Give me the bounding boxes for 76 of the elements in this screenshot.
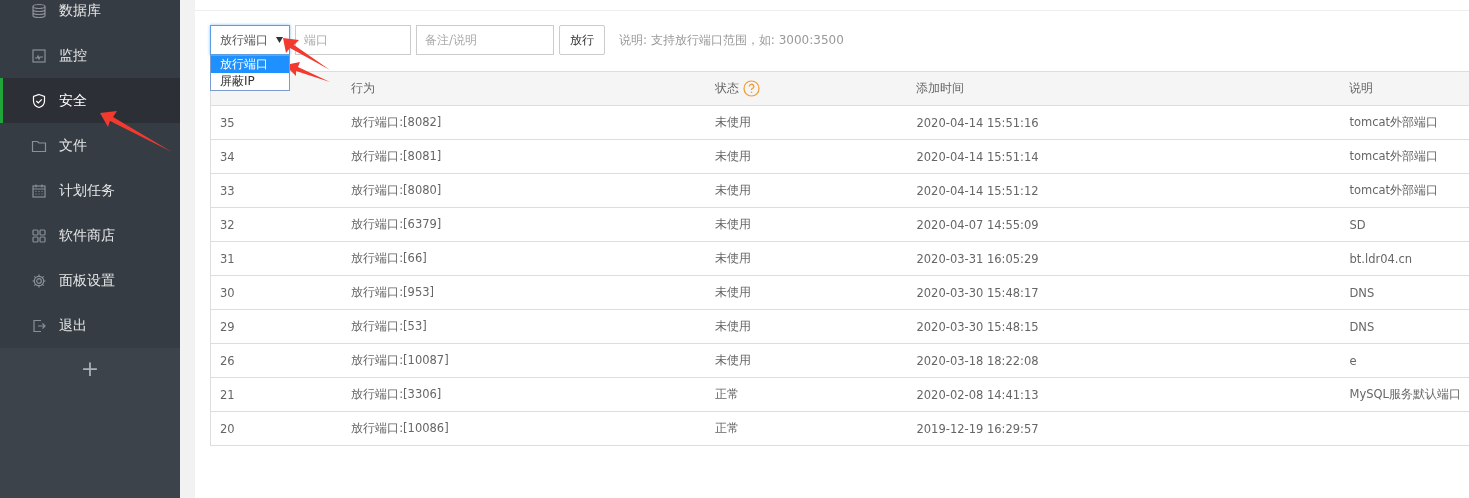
table-cell: 放行端口:[3306] — [342, 377, 706, 412]
table-cell: 未使用 — [705, 207, 908, 242]
table-cell: 放行端口:[6379] — [342, 207, 706, 242]
table-cell: 2020-03-30 15:48:17 — [907, 275, 1341, 310]
database-icon — [31, 2, 47, 19]
table-cell: 21 — [210, 377, 343, 412]
table-cell: bt.ldr04.cn — [1340, 241, 1469, 276]
table-cell: DNS — [1340, 275, 1469, 310]
table-cell: 32 — [210, 207, 343, 242]
table-cell: 33 — [210, 173, 343, 208]
table-cell: 放行端口:[10086] — [342, 411, 706, 446]
table-cell: e — [1340, 343, 1469, 378]
caret-icon — [276, 37, 283, 43]
column-header: 说明 — [1349, 81, 1374, 95]
table-cell: 2020-03-30 15:48:15 — [907, 309, 1341, 344]
table-cell: 2020-03-18 18:22:08 — [907, 343, 1341, 378]
table-cell: DNS — [1340, 309, 1469, 344]
grid-icon — [31, 227, 47, 244]
sidebar-item[interactable]: 软件商店 — [0, 213, 180, 258]
table-cell: 未使用 — [705, 309, 908, 344]
table-cell: 31 — [210, 241, 343, 276]
table-cell: tomcat外部端口 — [1340, 139, 1469, 174]
table-cell: 未使用 — [705, 275, 908, 310]
table-cell: tomcat外部端口 — [1340, 173, 1469, 208]
table-cell: 2020-04-14 15:51:14 — [907, 139, 1341, 174]
table-cell: MySQL服务默认端口 — [1340, 377, 1469, 412]
table-cell: 未使用 — [705, 173, 908, 208]
table-cell: 29 — [210, 309, 343, 344]
monitor-icon — [31, 47, 47, 64]
table-cell: 35 — [210, 105, 343, 140]
column-header: 行为 — [351, 81, 376, 95]
table-cell: 未使用 — [705, 139, 908, 174]
exit-icon — [31, 317, 47, 334]
table-cell: 放行端口:[66] — [342, 241, 706, 276]
table-cell: 2020-03-31 16:05:29 — [907, 241, 1341, 276]
help-icon[interactable] — [742, 80, 760, 97]
table-cell: 放行端口:[8081] — [342, 139, 706, 174]
column-header: 添加时间 — [916, 81, 965, 95]
table-cell: 2020-04-14 15:51:16 — [907, 105, 1341, 140]
table-cell: 2019-12-19 16:29:57 — [907, 411, 1341, 446]
sidebar-item[interactable]: 面板设置 — [0, 258, 180, 303]
table-cell: 正常 — [705, 377, 908, 412]
allow-button[interactable]: 放行 — [559, 25, 605, 55]
table-cell: 未使用 — [705, 343, 908, 378]
table-cell: 放行端口:[10087] — [342, 343, 706, 378]
table-cell: 放行端口:[953] — [342, 275, 706, 310]
add-button[interactable]: + — [72, 356, 108, 381]
sidebar-item[interactable]: 安全 — [0, 78, 180, 123]
table-cell: 正常 — [705, 411, 908, 446]
table-cell: 34 — [210, 139, 343, 174]
table-cell: 未使用 — [705, 241, 908, 276]
table-cell: 2020-04-14 15:51:12 — [907, 173, 1341, 208]
table-cell: SD — [1340, 207, 1469, 242]
table-cell: 放行端口:[8082] — [342, 105, 706, 140]
shield-check-icon — [31, 92, 47, 109]
hint-text: 说明: 支持放行端口范围，如: 3000:3500 — [619, 31, 844, 49]
sidebar-item[interactable]: 退出 — [0, 303, 180, 348]
column-header: 状态 — [714, 80, 739, 97]
type-dropdown[interactable]: 放行端口 — [210, 25, 290, 55]
note-field[interactable]: 备注/说明 — [416, 25, 554, 55]
table-cell: 2020-04-07 14:55:09 — [907, 207, 1341, 242]
sidebar-item[interactable]: 监控 — [0, 33, 180, 78]
table-cell: 放行端口:[53] — [342, 309, 706, 344]
table-cell: 26 — [210, 343, 343, 378]
table-cell: 未使用 — [705, 105, 908, 140]
sidebar-item[interactable]: 计划任务 — [0, 168, 180, 213]
table-cell: 2020-02-08 14:41:13 — [907, 377, 1341, 412]
calendar-icon — [31, 182, 47, 199]
sidebar-item[interactable]: 数据库 — [0, 0, 180, 33]
table-cell: tomcat外部端口 — [1340, 105, 1469, 140]
sidebar-item[interactable]: 文件 — [0, 123, 180, 168]
table-cell: 20 — [210, 411, 343, 446]
port-field[interactable]: 端口 — [295, 25, 411, 55]
table-cell: 30 — [210, 275, 343, 310]
gear-icon — [31, 272, 47, 289]
table-cell: 放行端口:[8080] — [342, 173, 706, 208]
